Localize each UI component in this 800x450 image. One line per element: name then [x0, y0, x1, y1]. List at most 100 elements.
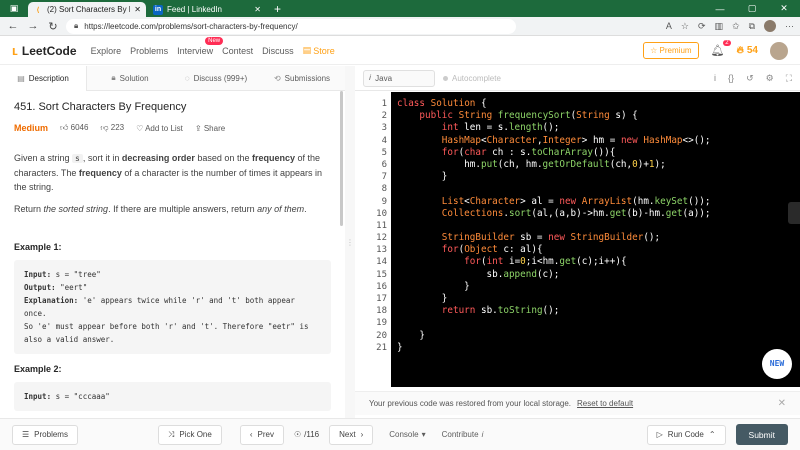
next-button[interactable]: Next › — [329, 424, 374, 445]
code-editor[interactable]: 1 2 3 4 5 6 7 8 9 10 11 12 13 14 15 16 17 18 19 20 21 class … — [355, 92, 800, 387]
read-aloud-icon[interactable]: A — [666, 21, 672, 31]
console-button[interactable]: Console ▾ — [389, 430, 425, 439]
dislike-button[interactable]: 👎︎ 223 — [100, 123, 124, 133]
forward-arrow-icon[interactable]: → — [26, 20, 40, 32]
pick-one-label: Pick One — [179, 430, 212, 439]
side-panel-handle[interactable] — [788, 202, 800, 224]
close-window-icon[interactable]: ✕ — [768, 0, 800, 17]
code-line[interactable]: StringBuilder sb = new StringBuilder(); — [397, 232, 800, 244]
reset-to-default-link[interactable]: Reset to default — [577, 399, 633, 408]
premium-button[interactable]: ☆ Premium — [643, 42, 699, 59]
fullscreen-icon[interactable]: ⛶ — [786, 73, 792, 84]
refresh-icon[interactable]: ⟳ — [698, 21, 706, 32]
streak-value: 54 — [746, 45, 758, 56]
nav-interview[interactable]: Interview New — [177, 36, 224, 56]
browser-tab-leetcode[interactable]: ⟨ (2) Sort Characters By Frequency ✕ — [28, 2, 146, 17]
tab-description[interactable]: ▤ Description — [0, 65, 87, 91]
code-line[interactable]: hm.put(ch, hm.getOrDefault(ch,0)+1); — [397, 159, 800, 171]
code-line[interactable] — [397, 317, 800, 329]
nav-explore[interactable]: Explore — [91, 46, 122, 56]
profile-avatar[interactable] — [764, 20, 776, 32]
code-line[interactable] — [397, 220, 800, 232]
new-tab-button[interactable]: + — [268, 2, 287, 17]
thumbs-down-icon: 👎︎ — [100, 123, 109, 132]
desc-italic: any of them — [257, 204, 305, 214]
user-avatar[interactable] — [770, 41, 788, 60]
like-button[interactable]: 👍︎ 6046 — [60, 123, 88, 133]
page-indicator: ☉ /116 — [294, 430, 319, 439]
code-line[interactable]: for(int i=0;i<hm.get(c);i++){ — [397, 256, 800, 268]
code-line[interactable]: HashMap<Character,Integer> hm = new Hash… — [397, 135, 800, 147]
info-icon[interactable]: i — [714, 73, 716, 84]
code-line[interactable]: for(Object c: al){ — [397, 244, 800, 256]
address-bar[interactable]: 🔒︎ https://leetcode.com/problems/sort-ch… — [66, 18, 516, 34]
browser-tab-linkedin[interactable]: in Feed | LinkedIn ✕ — [148, 2, 266, 17]
code-line[interactable]: } — [397, 281, 800, 293]
code-line[interactable]: public String frequencySort(String s) { — [397, 110, 800, 122]
play-icon: ▷ — [656, 430, 663, 439]
line-number: 13 — [376, 245, 387, 256]
close-tab-icon[interactable]: ✕ — [134, 5, 141, 14]
settings-icon[interactable]: ⚙ — [766, 73, 774, 84]
tab-discuss[interactable]: ◌ Discuss (999+) — [173, 66, 259, 91]
maximize-icon[interactable]: ▢ — [736, 0, 768, 17]
more-menu-icon[interactable]: ··· — [785, 21, 794, 31]
prev-button[interactable]: ‹ Prev — [239, 424, 284, 445]
list-icon: ☰ — [22, 430, 30, 439]
reset-icon[interactable]: ↺ — [746, 73, 754, 84]
problem-content: 451. Sort Characters By Frequency Medium… — [0, 91, 345, 418]
description-scrollbar[interactable] — [340, 91, 343, 226]
line-number: 9 — [381, 196, 387, 207]
share-button[interactable]: ⇪ Share — [195, 124, 225, 133]
browser-toolbar: ← → ↻ 🔒︎ https://leetcode.com/problems/s… — [0, 17, 800, 36]
new-button[interactable]: NEW — [762, 349, 792, 379]
problems-button[interactable]: ☰ Problems — [12, 424, 78, 445]
panel-splitter[interactable]: ⋮ — [345, 66, 355, 418]
nav-store[interactable]: ▤ Store — [303, 45, 335, 56]
nav-problems[interactable]: Problems — [130, 46, 168, 56]
minimize-icon[interactable]: — — [704, 0, 736, 17]
favorite-star-icon[interactable]: ☆ — [681, 21, 689, 32]
code-line[interactable]: } — [397, 342, 800, 354]
reload-icon[interactable]: ↻ — [46, 20, 60, 33]
nav-contest[interactable]: Contest — [222, 46, 253, 56]
autocomplete-toggle[interactable]: Autocomplete — [443, 74, 501, 83]
contribute-button[interactable]: Contribute 𝑖 — [442, 430, 484, 440]
back-arrow-icon[interactable]: ← — [6, 20, 20, 32]
problem-return: Return the sorted string. If there are m… — [14, 202, 331, 216]
code-line[interactable]: } — [397, 293, 800, 305]
code-line[interactable]: Collections.sort(al,(a,b)->hm.get(b)-hm.… — [397, 208, 800, 220]
tab-actions-icon[interactable]: ▣ — [0, 0, 28, 17]
code-line[interactable]: } — [397, 171, 800, 183]
code-line[interactable]: } — [397, 330, 800, 342]
code-line[interactable]: sb.append(c); — [397, 269, 800, 281]
tab-submissions[interactable]: ⟲ Submissions — [259, 66, 345, 91]
code-line[interactable]: for(char ch : s.toCharArray()){ — [397, 147, 800, 159]
code-line[interactable]: class Solution { — [397, 98, 800, 110]
nav-discuss[interactable]: Discuss — [262, 46, 294, 56]
add-to-list-button[interactable]: ♡ Add to List — [136, 124, 183, 133]
pick-one-button[interactable]: ⤨ Pick One — [157, 424, 222, 445]
favorites-icon[interactable]: ✩ — [732, 21, 740, 32]
code-line[interactable]: return sb.toString(); — [397, 305, 800, 317]
problem-description: Given a string s, sort it in decreasing … — [14, 151, 331, 194]
line-number: 16 — [376, 281, 387, 292]
close-icon[interactable]: ✕ — [778, 398, 786, 409]
history-icon: ⟲ — [273, 73, 281, 83]
tab-solution[interactable]: 🔒︎ Solution — [87, 66, 173, 91]
run-code-button[interactable]: ▷ Run Code ⌃ — [646, 424, 726, 445]
split-screen-icon[interactable]: ▥ — [715, 21, 724, 32]
close-tab-icon[interactable]: ✕ — [254, 5, 261, 14]
collections-icon[interactable]: ⧉ — [749, 21, 755, 32]
code-line[interactable]: int len = s.length(); — [397, 122, 800, 134]
code-line[interactable]: List<Character> al = new ArrayList(hm.ke… — [397, 196, 800, 208]
line-number: 8 — [381, 184, 387, 195]
braces-icon[interactable]: {} — [728, 73, 734, 84]
submit-button[interactable]: Submit — [735, 424, 788, 445]
leetcode-logo[interactable]: ʟ LeetCode — [12, 43, 77, 58]
streak-counter[interactable]: 🔥︎ 54 — [737, 45, 758, 56]
code-area[interactable]: class Solution { public String frequency… — [391, 92, 800, 387]
notifications-button[interactable]: 🔔︎ 2 — [711, 40, 731, 57]
language-select[interactable]: 𝑖 Java — [363, 69, 435, 87]
code-line[interactable] — [397, 183, 800, 195]
